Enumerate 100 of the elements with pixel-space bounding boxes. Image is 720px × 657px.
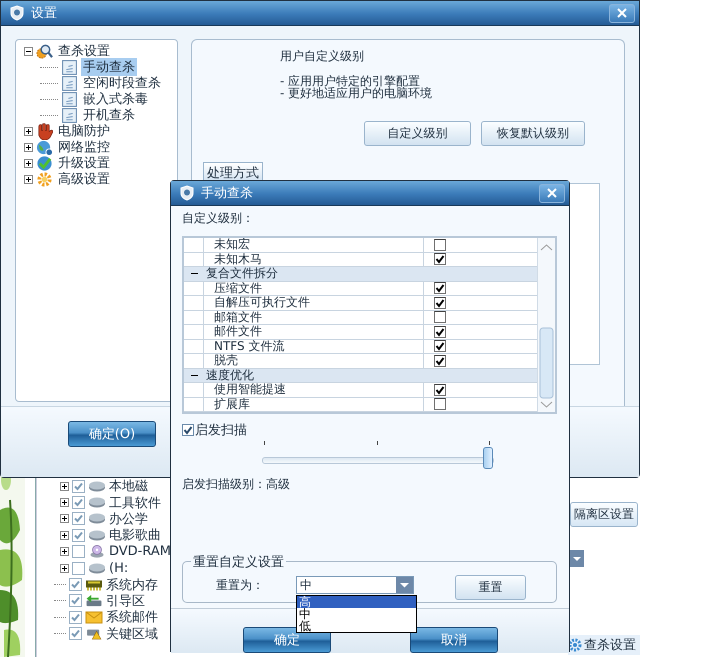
checkbox[interactable] <box>182 424 194 436</box>
option-label: 邮箱文件 <box>214 310 262 324</box>
tree-item-label[interactable]: 高级设置 <box>56 170 112 188</box>
option-label: NTFS 文件流 <box>214 340 284 353</box>
option-label: 扩展库 <box>214 398 250 411</box>
tree-item-label[interactable]: 电脑防护 <box>56 122 112 140</box>
tree-item-label[interactable]: (H: <box>109 560 128 576</box>
expand-icon[interactable] <box>24 142 33 152</box>
document-icon <box>61 106 78 124</box>
envelope-icon <box>85 610 103 624</box>
tree-item-label[interactable]: 嵌入式杀毒 <box>81 90 150 108</box>
checkbox[interactable] <box>69 594 82 608</box>
glove-icon <box>36 122 53 140</box>
gear-icon <box>36 170 53 188</box>
tree-item-label[interactable]: 升级设置 <box>56 154 112 172</box>
tree-item-label[interactable]: DVD-RAM <box>109 544 171 560</box>
tree-item-label[interactable]: 电影歌曲 <box>109 526 161 544</box>
checkbox[interactable] <box>72 528 85 542</box>
checkbox[interactable] <box>434 282 446 294</box>
tree-item-label[interactable]: 关键区域 <box>106 624 158 643</box>
expand-icon[interactable] <box>60 498 69 508</box>
level-button[interactable]: 自定义级别 <box>364 121 471 146</box>
expand-icon[interactable] <box>24 46 33 56</box>
heuristic-level-text: 启发扫描级别：高级 <box>182 476 291 493</box>
tree-item-label[interactable]: 空闲时段查杀 <box>81 74 163 92</box>
group-legend: 重置自定义设置 <box>191 553 286 571</box>
checkbox[interactable] <box>72 496 85 510</box>
expand-icon[interactable] <box>24 158 33 168</box>
dropdown-option[interactable]: 中 <box>297 608 416 620</box>
tree-item-label[interactable]: 开机查杀 <box>81 106 137 124</box>
drive-icon <box>88 496 106 510</box>
checkbox[interactable] <box>72 480 85 493</box>
option-label: 脱壳 <box>214 354 238 368</box>
option-label: 压缩文件 <box>214 282 262 295</box>
window-title: 设置 <box>31 5 58 22</box>
section-heading: 用户自定义级别 <box>280 48 365 65</box>
scrollbar[interactable] <box>537 238 555 412</box>
group-label: 复合文件拆分 <box>205 267 279 280</box>
checkbox[interactable] <box>434 326 446 338</box>
checkbox[interactable] <box>434 384 446 396</box>
expand-icon[interactable] <box>60 514 69 524</box>
reset-button[interactable]: 重置 <box>455 575 526 600</box>
expand-icon[interactable] <box>60 530 69 540</box>
expand-icon[interactable] <box>60 547 69 556</box>
option-label: 未知宏 <box>214 238 250 252</box>
close-icon <box>617 8 627 18</box>
checkbox[interactable] <box>72 562 85 575</box>
checkbox[interactable] <box>434 311 446 324</box>
expand-icon[interactable] <box>60 482 69 491</box>
checkbox[interactable] <box>434 398 446 410</box>
drive-icon <box>88 480 106 493</box>
option-label: 邮件文件 <box>214 325 262 338</box>
checkbox[interactable] <box>72 512 85 526</box>
dropdown-option[interactable]: 高 <box>297 596 416 608</box>
checkbox[interactable] <box>434 354 446 367</box>
reset-label: 重置为： <box>216 577 264 594</box>
checkbox[interactable] <box>434 253 446 266</box>
tree-item-label[interactable]: 系统邮件 <box>106 608 158 626</box>
group-label: 速度优化 <box>205 368 255 382</box>
checkbox[interactable] <box>434 238 446 251</box>
disc-drive-icon <box>88 545 106 558</box>
dialog-title: 手动查杀 <box>201 185 254 202</box>
checkbox[interactable] <box>434 296 446 309</box>
tree-item-label[interactable]: 引导区 <box>106 592 145 610</box>
slider-thumb[interactable] <box>483 447 493 469</box>
checkbox[interactable] <box>69 627 82 640</box>
level-slider[interactable] <box>262 439 494 470</box>
tree-item-label[interactable]: 网络监控 <box>56 138 112 156</box>
close-button[interactable] <box>609 4 635 22</box>
tree-item-label[interactable]: 系统内存 <box>106 576 158 594</box>
globe-icon <box>36 138 53 156</box>
tree-item-label[interactable]: 工具软件 <box>109 494 161 512</box>
tree-item-label[interactable]: 办公学 <box>109 510 148 528</box>
option-label: 自解压可执行文件 <box>214 296 310 310</box>
quarantine-settings-button[interactable]: 隔离区设置 <box>570 502 638 527</box>
tree-item-label[interactable]: 本地磁 <box>109 477 148 496</box>
drive-icon <box>88 528 106 542</box>
checkbox[interactable] <box>72 545 85 558</box>
document-icon <box>61 74 78 92</box>
option-label: 使用智能提速 <box>214 383 286 396</box>
checkbox[interactable] <box>69 610 82 624</box>
document-icon <box>61 58 78 76</box>
option-label: 未知木马 <box>214 252 262 266</box>
expand-icon[interactable] <box>60 564 69 573</box>
scan-settings-tab[interactable]: 查杀设置 <box>568 635 640 655</box>
expand-icon[interactable] <box>24 126 33 136</box>
expand-icon[interactable] <box>24 174 33 184</box>
drive-icon <box>88 562 106 575</box>
close-button[interactable] <box>539 184 565 202</box>
drive-warning-icon <box>85 627 103 640</box>
ok-button[interactable]: 确定(O) <box>68 421 156 447</box>
tree-item-label[interactable]: 手动查杀 <box>81 58 137 76</box>
close-icon <box>547 188 557 198</box>
level-button[interactable]: 恢复默认级别 <box>481 121 585 146</box>
tree-item-label[interactable]: 查杀设置 <box>56 42 112 60</box>
level-dropdown[interactable]: 中 <box>296 576 414 594</box>
dialog-button[interactable]: 取消 <box>410 627 498 653</box>
description-line: - 应用用户特定的引擎配置 <box>280 75 420 87</box>
checkbox[interactable] <box>434 340 446 352</box>
checkbox[interactable] <box>69 578 82 592</box>
